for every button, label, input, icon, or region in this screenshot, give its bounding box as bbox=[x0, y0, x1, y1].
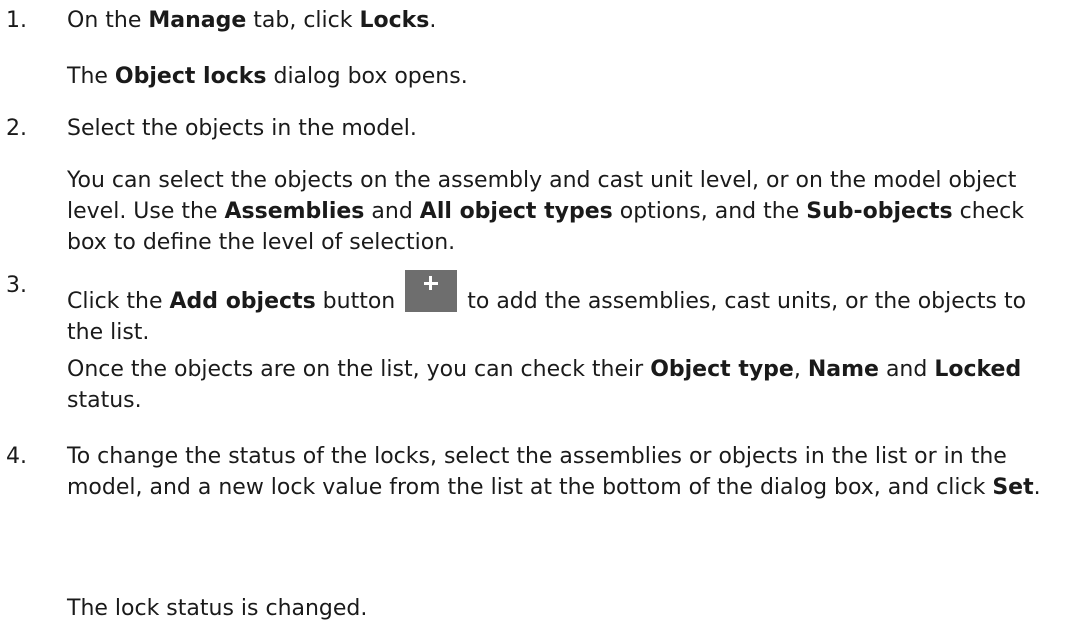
step-instruction: To change the status of the locks, selec… bbox=[67, 444, 1041, 500]
step-3-detail: Once the objects are on the list, you ca… bbox=[67, 357, 1022, 413]
set-button-name: Set bbox=[992, 475, 1034, 500]
column-name: Name bbox=[807, 357, 879, 382]
column-object-type: Object type bbox=[650, 357, 794, 382]
plus-icon bbox=[405, 270, 458, 312]
step-instruction: On the Manage tab, click Locks. bbox=[67, 8, 437, 33]
step-1: 1. On the Manage tab, click Locks. bbox=[0, 5, 1067, 36]
command-name: Locks bbox=[359, 8, 430, 33]
option-sub-objects: Sub-objects bbox=[806, 199, 953, 224]
option-all-object-types: All object types bbox=[419, 199, 613, 224]
button-name: Add objects bbox=[169, 289, 316, 314]
dialog-name: Object locks bbox=[114, 64, 267, 89]
step-instruction: Select the objects in the model. bbox=[67, 116, 417, 141]
step-3: 3. Click the Add objects button to add t… bbox=[0, 270, 1067, 348]
step-number: 1. bbox=[6, 8, 27, 33]
step-number: 4. bbox=[6, 444, 27, 469]
step-4-result: The lock status is changed. bbox=[67, 596, 368, 621]
tab-name: Manage bbox=[148, 8, 247, 33]
step-2-detail: You can select the objects on the assemb… bbox=[67, 168, 1025, 255]
option-assemblies: Assemblies bbox=[224, 199, 365, 224]
step-number: 2. bbox=[6, 116, 27, 141]
step-number: 3. bbox=[6, 273, 27, 298]
step-1-result: The Object locks dialog box opens. bbox=[67, 64, 468, 89]
step-4: 4. To change the status of the locks, se… bbox=[0, 441, 1067, 503]
column-locked: Locked bbox=[934, 357, 1022, 382]
step-2: 2. Select the objects in the model. bbox=[0, 113, 1067, 144]
step-instruction: Click the Add objects button to add the … bbox=[67, 270, 1067, 348]
